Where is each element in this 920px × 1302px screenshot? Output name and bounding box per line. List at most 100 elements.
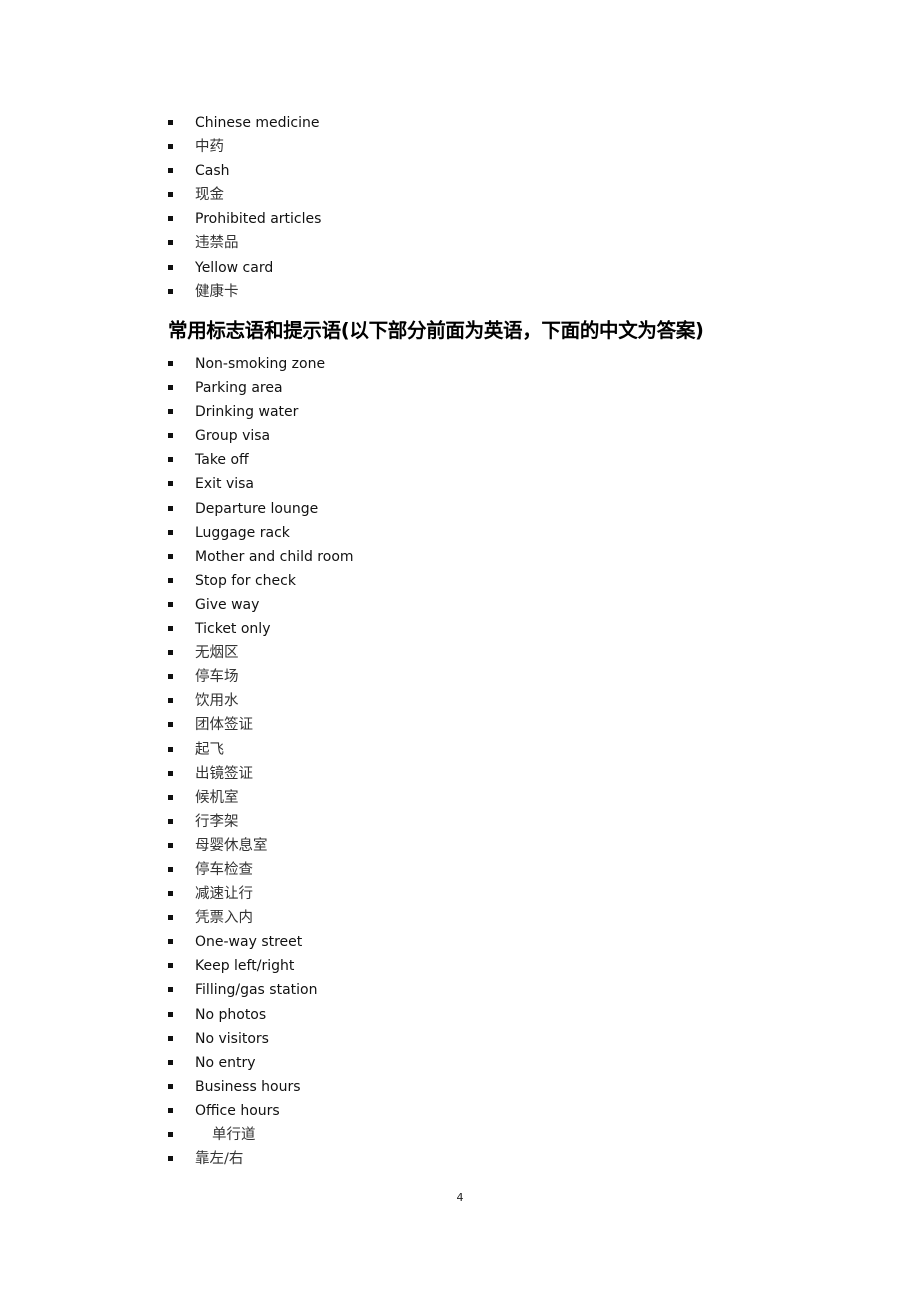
list-item-text: Prohibited articles — [195, 211, 322, 228]
list-item-text: Stop for check — [195, 572, 296, 589]
list-item: Group visa — [0, 424, 354, 448]
list-item-text: One-way street — [195, 934, 303, 951]
square-bullet-icon — [168, 1083, 173, 1089]
square-bullet-icon — [168, 1059, 173, 1065]
list-item-text: Group visa — [195, 428, 271, 445]
square-bullet-icon — [168, 120, 173, 125]
square-bullet-icon — [168, 987, 173, 993]
list-item: 现金 — [0, 183, 321, 207]
list-item: 候机室 — [0, 786, 354, 810]
square-bullet-icon — [168, 1011, 173, 1017]
list-item: Take off — [0, 448, 354, 472]
list-item: 团体签证 — [0, 713, 354, 737]
square-bullet-icon — [168, 409, 173, 415]
list-item: Stop for check — [0, 569, 354, 593]
list-item-text: Drinking water — [195, 404, 299, 421]
square-bullet-icon — [168, 240, 173, 246]
list-item-text: Keep left/right — [195, 958, 295, 975]
list-item-text: 违禁品 — [195, 235, 239, 252]
list-item-text: 候机室 — [195, 789, 239, 806]
list-item: 停车检查 — [0, 858, 354, 882]
list-item-text: 中药 — [195, 139, 224, 156]
vocabulary-list-items: Chinese medicine 中药 Cash 现金 Prohibited artic… — [0, 111, 321, 304]
list-item-text: Yellow card — [195, 259, 274, 276]
square-bullet-icon — [168, 939, 173, 945]
square-bullet-icon — [168, 288, 173, 294]
list-item: Prohibited articles — [0, 207, 321, 231]
list-item: Mother and child room — [0, 545, 354, 569]
list-item: Chinese medicine — [0, 111, 321, 135]
square-bullet-icon — [168, 915, 173, 921]
square-bullet-icon — [168, 891, 173, 897]
list-item-text: 靠左/右 — [195, 1151, 244, 1168]
square-bullet-icon — [168, 264, 173, 270]
list-item-text: 凭票入内 — [195, 910, 253, 927]
list-item-text: 停车场 — [195, 669, 239, 686]
list-item: Keep left/right — [0, 954, 354, 978]
list-item: Business hours — [0, 1075, 354, 1099]
list-item: 违禁品 — [0, 231, 321, 255]
square-bullet-icon — [168, 866, 173, 872]
list-item: No visitors — [0, 1027, 354, 1051]
list-item-text: 单行道 — [212, 1127, 256, 1143]
list-item-text: No entry — [195, 1054, 256, 1071]
list-item-text: 健康卡 — [195, 283, 239, 300]
list-item: Ticket only — [0, 617, 354, 641]
list-item-text: Departure lounge — [195, 500, 319, 517]
square-bullet-icon — [168, 601, 173, 607]
square-bullet-icon — [168, 168, 173, 174]
square-bullet-icon — [168, 192, 173, 198]
list-item: Parking area — [0, 376, 354, 400]
list-item: One-way street — [0, 930, 354, 954]
square-bullet-icon — [168, 1132, 173, 1137]
square-bullet-icon — [168, 529, 173, 535]
list-item: Departure lounge — [0, 497, 354, 521]
square-bullet-icon — [168, 770, 173, 776]
list-item-text: Exit visa — [195, 476, 255, 493]
list-item-text: 起飞 — [195, 741, 224, 758]
square-bullet-icon — [168, 433, 173, 439]
list-item: Give way — [0, 593, 354, 617]
list-item: 停车场 — [0, 665, 354, 689]
square-bullet-icon — [168, 1035, 173, 1041]
list-item-text: Cash — [195, 163, 230, 180]
list-item-text: Give way — [195, 596, 260, 613]
list-item-text: 停车检查 — [195, 861, 253, 878]
list-item: Luggage rack — [0, 521, 354, 545]
list-item-text: Non-smoking zone — [195, 356, 326, 372]
list-item-text: Parking area — [195, 380, 283, 397]
list-item-text: Chinese medicine — [195, 115, 320, 131]
list-item: 行李架 — [0, 810, 354, 834]
list-item-text: Office hours — [195, 1102, 280, 1119]
list-item: Non-smoking zone — [0, 352, 354, 376]
list-item: 母婴休息室 — [0, 834, 354, 858]
square-bullet-icon — [168, 553, 173, 559]
square-bullet-icon — [168, 144, 173, 150]
square-bullet-icon — [168, 505, 173, 511]
list-item: Drinking water — [0, 400, 354, 424]
list-item: Office hours — [0, 1099, 354, 1123]
square-bullet-icon — [168, 577, 173, 583]
square-bullet-icon — [168, 1156, 173, 1162]
list-item: 减速让行 — [0, 882, 354, 906]
list-item: Exit visa — [0, 472, 354, 496]
list-item: 单行道 — [0, 1123, 354, 1147]
list-item-text: 无烟区 — [195, 645, 239, 662]
square-bullet-icon — [168, 818, 173, 824]
list-item: 出镜签证 — [0, 762, 354, 786]
list-item-text: Mother and child room — [195, 548, 354, 565]
square-bullet-icon — [168, 650, 173, 656]
list-item-text: Take off — [195, 452, 249, 469]
list-item-text: Filling/gas station — [195, 982, 318, 999]
list-item: 无烟区 — [0, 641, 354, 665]
list-item-text: 减速让行 — [195, 886, 253, 903]
signs-and-notices-list: Non-smoking zone Parking area Drinking wat… — [0, 352, 354, 1171]
list-item-text: 行李架 — [195, 813, 239, 830]
square-bullet-icon — [168, 481, 173, 487]
list-item: 起飞 — [0, 738, 354, 762]
list-item: No entry — [0, 1051, 354, 1075]
list-item-text: No photos — [195, 1006, 267, 1023]
list-item: 中药 — [0, 135, 321, 159]
list-item: Cash — [0, 159, 321, 183]
square-bullet-icon — [168, 842, 173, 848]
